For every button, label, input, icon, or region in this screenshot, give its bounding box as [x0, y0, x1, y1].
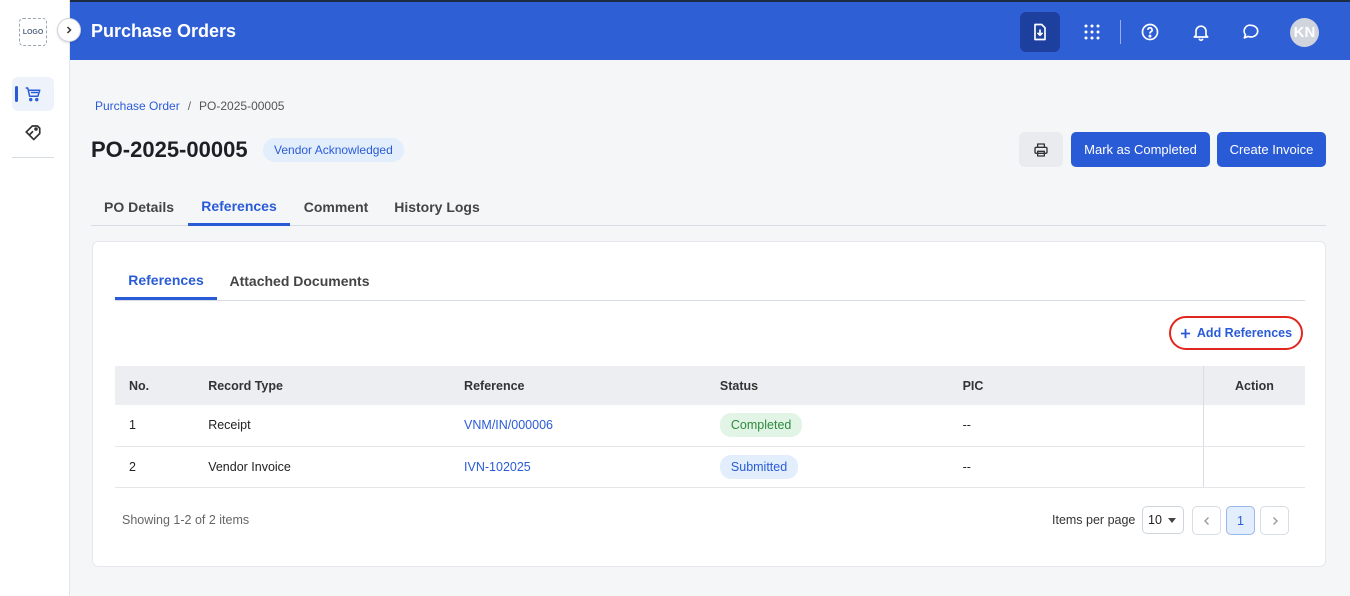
- reference-link[interactable]: IVN-102025: [464, 460, 531, 474]
- breadcrumb-current: PO-2025-00005: [199, 99, 285, 113]
- app-title: Purchase Orders: [91, 21, 237, 41]
- mark-completed-button[interactable]: Mark as Completed: [1071, 132, 1210, 167]
- tab-references[interactable]: References: [188, 188, 290, 226]
- avatar[interactable]: KN: [1290, 18, 1319, 47]
- tab-po-details[interactable]: PO Details: [91, 188, 187, 226]
- main-tabs: PO Details References Comment History Lo…: [91, 188, 1326, 226]
- print-button[interactable]: [1019, 132, 1063, 167]
- bell-icon: [1193, 25, 1209, 42]
- cell-pic: --: [948, 446, 1204, 488]
- rail-divider: [12, 157, 54, 158]
- header-divider: [1120, 20, 1121, 44]
- cart-icon: [25, 87, 41, 102]
- subtab-attached-documents[interactable]: Attached Documents: [222, 262, 377, 300]
- col-header-reference: Reference: [450, 366, 706, 405]
- page-title: PO-2025-00005: [91, 137, 248, 162]
- cell-action: [1202, 446, 1305, 488]
- notifications-button[interactable]: [1181, 12, 1221, 52]
- items-per-page-value: 10: [1148, 513, 1162, 527]
- references-card: References Attached Documents Add Refere…: [92, 241, 1326, 567]
- page-button-current[interactable]: 1: [1226, 506, 1255, 535]
- sidebar-item-purchase[interactable]: [12, 77, 54, 111]
- sub-tabs: References Attached Documents: [115, 262, 1305, 301]
- create-invoice-button[interactable]: Create Invoice: [1217, 132, 1326, 167]
- help-button[interactable]: [1130, 12, 1170, 52]
- help-icon: [1141, 23, 1159, 41]
- apps-grid-icon: [1084, 24, 1100, 40]
- subtab-references[interactable]: References: [115, 262, 217, 300]
- apps-button[interactable]: [1072, 12, 1112, 52]
- col-header-status: Status: [705, 366, 949, 405]
- add-references-label: Add References: [1196, 326, 1293, 340]
- table-header-row: No. Record Type Reference Status PIC Act…: [115, 366, 1305, 405]
- breadcrumb-separator: /: [187, 99, 192, 113]
- col-header-pic: PIC: [948, 366, 1204, 405]
- collapse-sidebar-button[interactable]: [57, 18, 81, 42]
- items-per-page-label: Items per page: [1052, 513, 1136, 527]
- chevron-left-icon: [1203, 516, 1209, 525]
- left-rail: LOGO: [0, 0, 70, 596]
- col-header-no: No.: [115, 366, 195, 405]
- caret-down-icon: [1167, 517, 1176, 523]
- breadcrumb: Purchase Order / PO-2025-00005: [95, 99, 284, 113]
- chevron-right-icon: [66, 26, 72, 34]
- cell-no: 1: [115, 405, 195, 447]
- cell-pic: --: [948, 405, 1204, 447]
- status-pill-completed: Completed: [719, 413, 803, 438]
- col-header-record-type: Record Type: [194, 366, 451, 405]
- next-page-button[interactable]: [1260, 506, 1289, 535]
- logo: LOGO: [19, 18, 47, 46]
- reference-link[interactable]: VNM/IN/000006: [464, 418, 553, 432]
- tab-comment[interactable]: Comment: [291, 188, 381, 226]
- table-row: 1 Receipt VNM/IN/000006 Completed --: [115, 405, 1305, 447]
- download-button[interactable]: [1020, 12, 1060, 52]
- messages-button[interactable]: [1231, 12, 1271, 52]
- pagination-summary: Showing 1-2 of 2 items: [122, 513, 250, 527]
- tag-icon: [25, 125, 41, 141]
- top-bar: Purchase Orders KN: [70, 0, 1350, 60]
- references-table: No. Record Type Reference Status PIC Act…: [115, 366, 1305, 488]
- sidebar-item-tags[interactable]: [12, 115, 54, 149]
- cell-action: [1202, 405, 1305, 447]
- table-row: 2 Vendor Invoice IVN-102025 Submitted --: [115, 446, 1305, 488]
- prev-page-button[interactable]: [1192, 506, 1221, 535]
- chat-icon: [1243, 24, 1259, 39]
- cell-record-type: Vendor Invoice: [194, 446, 451, 488]
- add-references-button[interactable]: Add References: [1169, 316, 1303, 350]
- plus-icon: [1180, 328, 1190, 338]
- cell-no: 2: [115, 446, 195, 488]
- col-header-action: Action: [1202, 366, 1305, 405]
- download-doc-icon: [1034, 23, 1046, 41]
- tab-history-logs[interactable]: History Logs: [384, 188, 490, 226]
- cell-record-type: Receipt: [194, 405, 451, 447]
- breadcrumb-link-purchase-order[interactable]: Purchase Order: [95, 99, 180, 113]
- printer-icon: [1034, 142, 1048, 157]
- items-per-page-select[interactable]: 10: [1142, 506, 1184, 534]
- chevron-right-icon: [1272, 516, 1278, 525]
- status-pill-submitted: Submitted: [719, 454, 799, 479]
- status-badge: Vendor Acknowledged: [263, 138, 404, 162]
